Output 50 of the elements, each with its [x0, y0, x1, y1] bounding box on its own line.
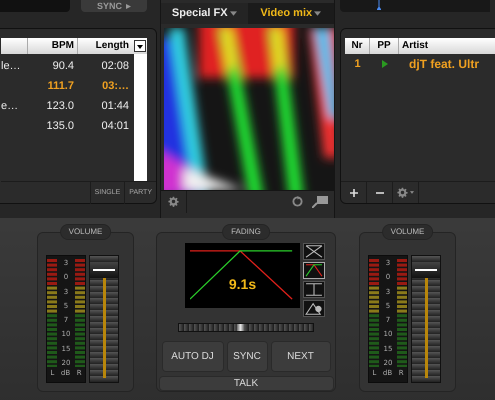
play-icon — [126, 4, 131, 8]
table-cell-text: 02:08 — [100, 58, 130, 74]
column-header[interactable]: Nr — [345, 38, 370, 54]
table-cell-text: e… — [1, 98, 20, 114]
volume-fader-track[interactable] — [411, 255, 441, 383]
panel-title: VOLUME — [382, 224, 434, 240]
table-cell-text: le… — [1, 58, 22, 74]
crossfader-thumb[interactable] — [237, 324, 244, 331]
caret-icon — [410, 191, 414, 194]
panel-tab[interactable]: Video mix — [248, 3, 334, 24]
deck-button[interactable]: AUTO DJ — [162, 341, 224, 372]
panel-tab[interactable]: Special FX — [161, 3, 248, 24]
caret-icon — [230, 11, 237, 16]
column-header[interactable]: BPM — [28, 38, 78, 54]
fade-mode-button[interactable] — [303, 281, 325, 298]
scrollbar[interactable] — [134, 54, 147, 181]
talk-button[interactable]: TALK — [158, 376, 334, 391]
column-menu-icon[interactable] — [134, 40, 146, 52]
fader-thumb[interactable] — [412, 262, 440, 278]
table-cell-text: 04:01 — [100, 118, 130, 134]
column-header[interactable]: Length — [78, 38, 134, 54]
sync-button[interactable]: SYNC — [81, 0, 147, 12]
table-cell-text: 90.4 — [52, 58, 75, 74]
position-marker-icon — [377, 0, 381, 10]
deck-button[interactable]: SYNC — [226, 341, 268, 372]
gear-icon — [168, 196, 179, 207]
deck-button[interactable]: NEXT — [270, 341, 330, 372]
fade-mode-button[interactable] — [303, 262, 325, 279]
table-cell-text: 123.0 — [45, 98, 75, 114]
plus-icon — [350, 188, 358, 196]
table-cell-text: 111.7 — [46, 78, 75, 94]
column-header[interactable]: PP — [370, 38, 399, 54]
table-cell-text: djT feat. Ultr — [408, 56, 480, 73]
gear-icon — [397, 187, 408, 198]
fader-thumb[interactable] — [90, 262, 118, 278]
table-cell-text: 01:44 — [100, 98, 130, 114]
reset-icon[interactable] — [292, 196, 303, 207]
fade-time: 9.1s — [228, 275, 256, 294]
caret-icon — [314, 11, 322, 16]
fade-mode-button[interactable] — [303, 243, 325, 260]
table-cell-text: 135.0 — [45, 118, 75, 134]
panel-title: VOLUME — [60, 224, 112, 240]
crossfader-track[interactable] — [178, 323, 314, 332]
table-cell-text: 1 — [353, 56, 362, 72]
column-header[interactable]: Artist — [399, 38, 428, 54]
table-cell-text: 03:… — [101, 78, 130, 94]
fade-mode-button[interactable] — [303, 300, 325, 317]
volume-fader-track[interactable] — [89, 255, 119, 383]
panel-title: FADING — [222, 224, 270, 240]
screen-icon[interactable] — [312, 196, 328, 208]
